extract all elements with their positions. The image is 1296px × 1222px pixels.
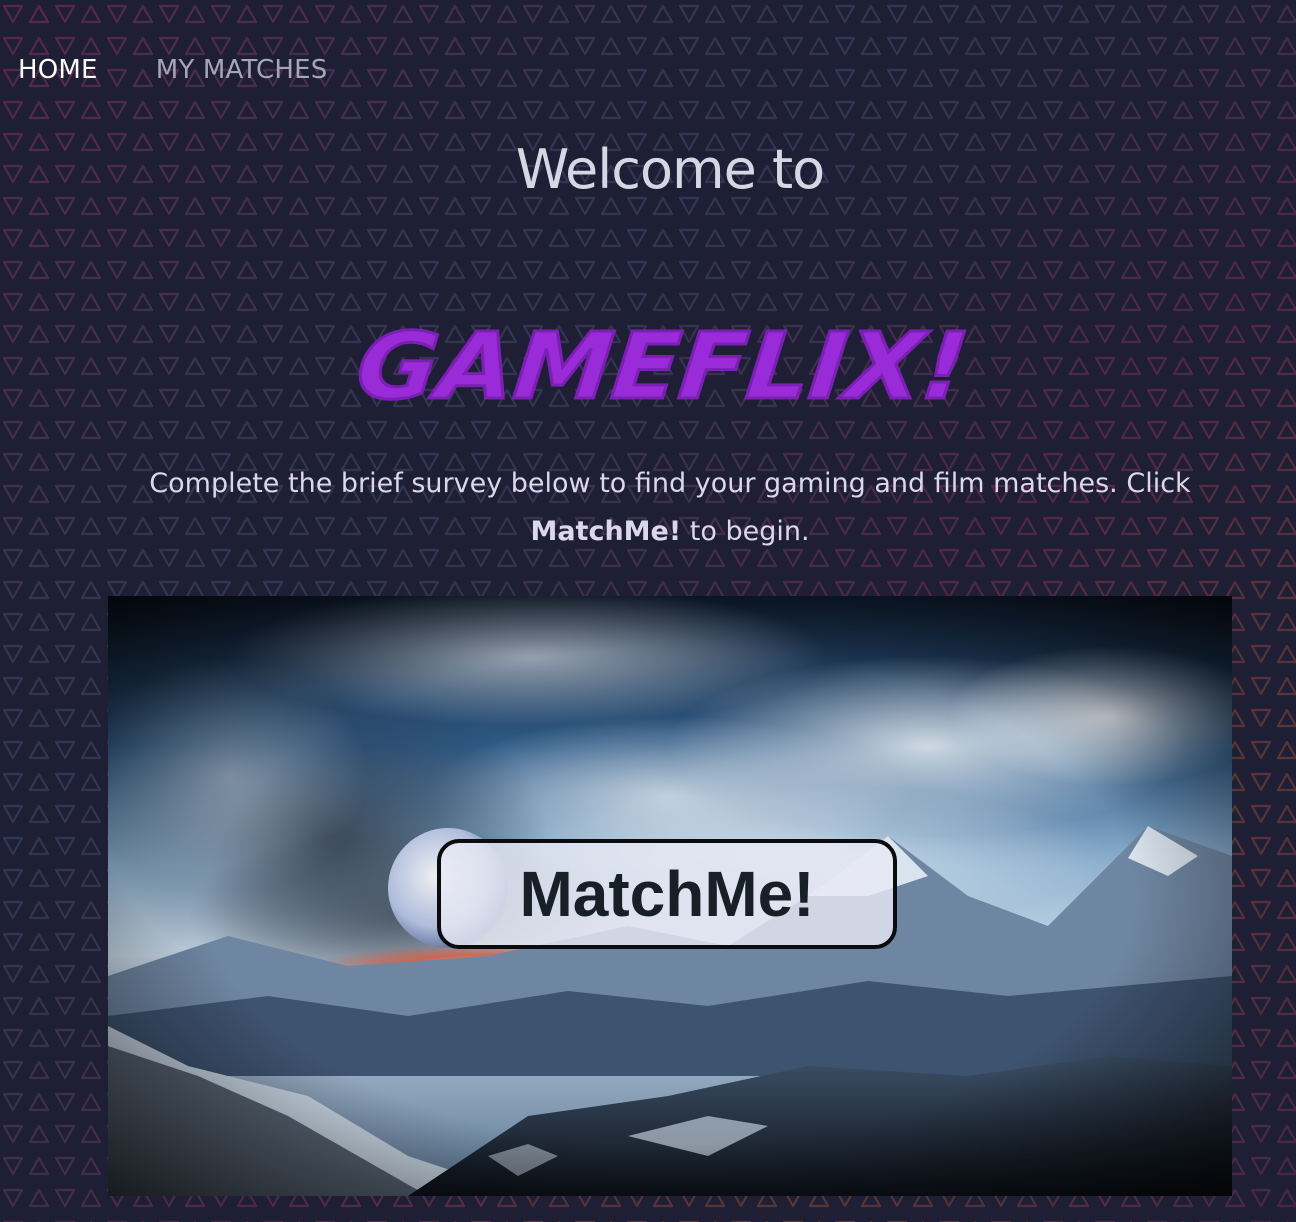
hero-landscape-image: MatchMe! <box>108 596 1232 1196</box>
intro-text: Complete the brief survey below to find … <box>100 460 1240 556</box>
intro-emphasis: MatchMe! <box>530 516 682 547</box>
logo-text: GAMEFLIX! <box>352 312 973 420</box>
intro-part1: Complete the brief survey below to find … <box>149 468 1191 499</box>
intro-part2: to begin. <box>689 516 810 547</box>
main-nav: HOME MY MATCHES <box>18 52 327 88</box>
gameflix-logo: GAMEFLIX! <box>350 311 974 422</box>
matchme-button[interactable]: MatchMe! <box>437 839 897 949</box>
welcome-heading: Welcome to <box>515 138 825 201</box>
nav-home-link[interactable]: HOME <box>18 55 98 85</box>
nav-my-matches-link[interactable]: MY MATCHES <box>156 55 328 85</box>
